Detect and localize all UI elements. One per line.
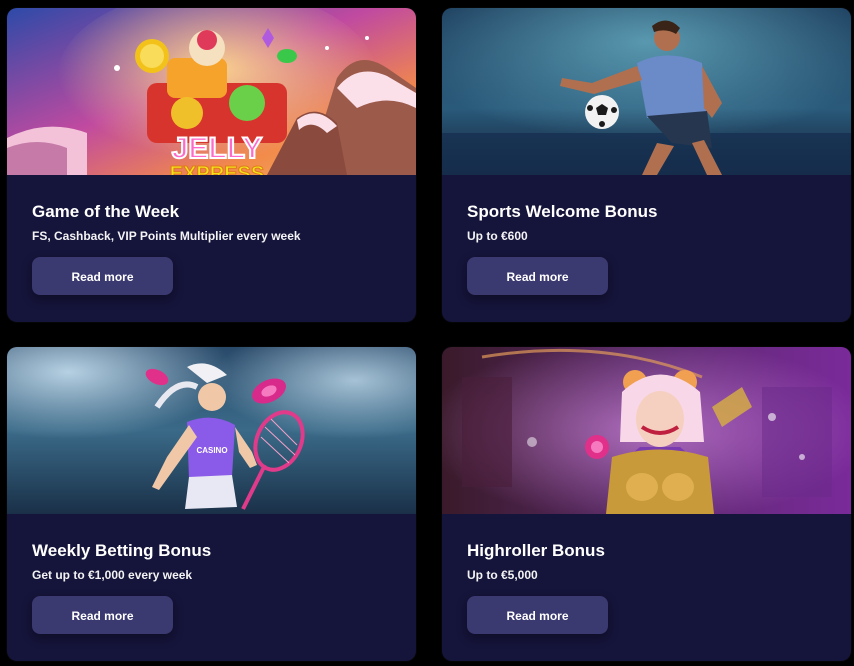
read-more-button[interactable]: Read more bbox=[32, 257, 173, 295]
read-more-button[interactable]: Read more bbox=[467, 596, 608, 634]
promo-image-football-player[interactable] bbox=[442, 8, 851, 175]
svg-text:JELLY: JELLY bbox=[172, 132, 263, 165]
svg-text:EXPRESS: EXPRESS bbox=[170, 163, 264, 175]
svg-text:CASINO: CASINO bbox=[196, 446, 227, 455]
promo-subtitle: Up to €600 bbox=[467, 229, 528, 243]
promo-title: Weekly Betting Bonus bbox=[32, 541, 212, 560]
promo-title: Sports Welcome Bonus bbox=[467, 202, 658, 221]
promo-card-game-of-the-week[interactable]: JELLY EXPRESS Game of the Week FS, Cashb… bbox=[7, 8, 416, 322]
promotions-grid: JELLY EXPRESS Game of the Week FS, Cashb… bbox=[7, 8, 851, 661]
promo-subtitle: Up to €5,000 bbox=[467, 568, 538, 582]
promo-subtitle: FS, Cashback, VIP Points Multiplier ever… bbox=[32, 229, 301, 243]
promo-card-sports-welcome-bonus[interactable]: Sports Welcome Bonus Up to €600 Read mor… bbox=[442, 8, 851, 322]
promo-image-highroller-character[interactable] bbox=[442, 347, 851, 514]
promo-card-weekly-betting-bonus[interactable]: CASINO Weekly Betting Bonus Get up to €1… bbox=[7, 347, 416, 661]
promo-image-tennis-player[interactable]: CASINO bbox=[7, 347, 416, 514]
promo-card-highroller-bonus[interactable]: Highroller Bonus Up to €5,000 Read more bbox=[442, 347, 851, 661]
promo-title: Game of the Week bbox=[32, 202, 180, 221]
promo-title: Highroller Bonus bbox=[467, 541, 605, 560]
promo-image-jelly-express[interactable]: JELLY EXPRESS bbox=[7, 8, 416, 175]
read-more-button[interactable]: Read more bbox=[32, 596, 173, 634]
promo-subtitle: Get up to €1,000 every week bbox=[32, 568, 193, 582]
read-more-button[interactable]: Read more bbox=[467, 257, 608, 295]
